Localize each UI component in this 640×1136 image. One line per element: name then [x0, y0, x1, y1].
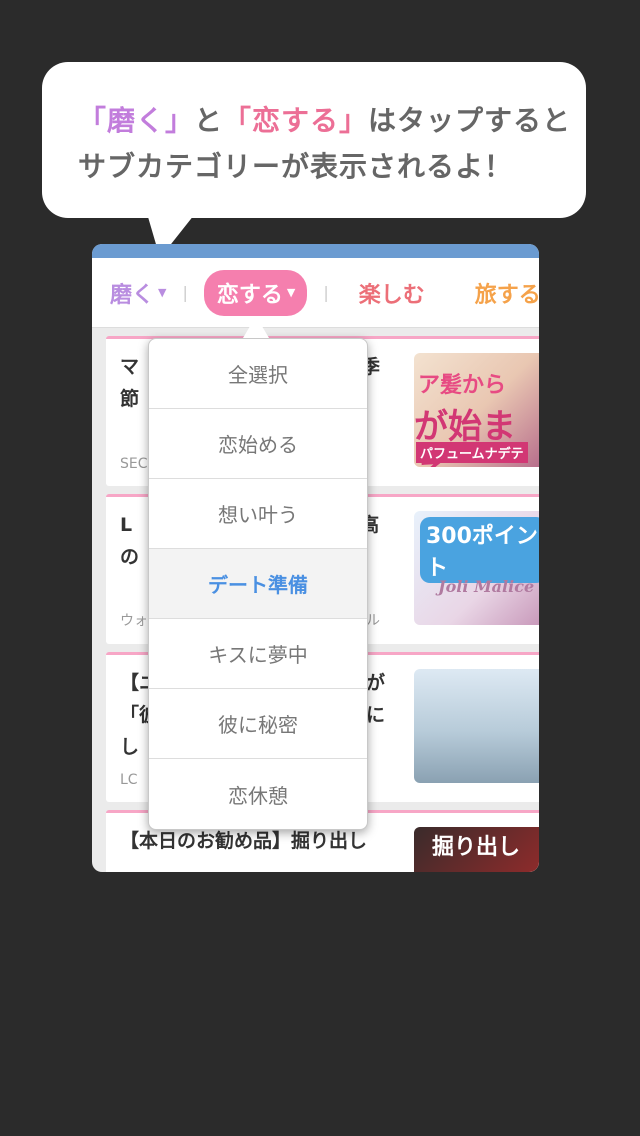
tutorial-bubble: 「磨く」と「恋する」はタップすると サブカテゴリーが表示されるよ！: [42, 62, 586, 218]
category-tabisuru[interactable]: 旅する: [475, 277, 539, 309]
chevron-down-icon: ▼: [286, 286, 296, 299]
dropdown-pointer: [243, 316, 269, 338]
dropdown-item-select-all[interactable]: 全選択: [149, 339, 367, 409]
subcategory-dropdown: 全選択 恋始める 想い叶う デート準備 キスに夢中 彼に秘密 恋休憩: [148, 338, 368, 830]
dropdown-item-koi-hajimeru[interactable]: 恋始める: [149, 409, 367, 479]
dropdown-item-kiss-ni-muchu[interactable]: キスに夢中: [149, 619, 367, 689]
category-kaku-label: 磨く: [110, 282, 155, 308]
bubble-highlight-koisuru: 「恋する」: [223, 104, 369, 137]
nav-separator: |: [323, 283, 329, 302]
category-tanoshimu[interactable]: 楽しむ: [359, 277, 425, 309]
chevron-down-icon: ▼: [158, 286, 167, 299]
article-thumbnail: ア髪から が始まる パフュームナデテ: [414, 353, 539, 467]
nav-separator: |: [182, 283, 188, 302]
article-source: LC: [120, 772, 138, 788]
category-koisuru[interactable]: 恋する ▼: [203, 269, 308, 316]
bubble-line-2: サブカテゴリーが表示されるよ！: [78, 150, 514, 183]
dropdown-item-date-junbi[interactable]: デート準備: [149, 549, 367, 619]
dropdown-item-omoi-kanau[interactable]: 想い叶う: [149, 479, 367, 549]
bubble-line-1: 「磨く」と「恋する」はタップすると: [78, 98, 586, 144]
top-bar: [92, 244, 539, 258]
category-koisuru-label: 恋する: [216, 282, 283, 308]
bubble-text-rest: はタップすると: [368, 104, 572, 137]
bubble-text-to: と: [194, 104, 224, 137]
article-thumbnail: [414, 669, 539, 783]
dropdown-item-kare-ni-himitsu[interactable]: 彼に秘密: [149, 689, 367, 759]
bubble-highlight-kaku: 「磨く」: [78, 104, 195, 137]
article-source: SEC: [120, 456, 148, 472]
article-thumbnail: 掘り出し: [414, 827, 539, 872]
category-tanoshimu-label: 楽しむ: [358, 282, 425, 308]
category-kaku[interactable]: 磨く ▼: [110, 277, 166, 309]
dropdown-item-koi-kyukei[interactable]: 恋休憩: [149, 759, 367, 829]
category-tabisuru-label: 旅する: [474, 282, 539, 308]
category-nav: 磨く ▼ | 恋する ▼ | 楽しむ 旅する: [92, 258, 539, 328]
article-thumbnail: 300ポイント Joli Malice: [414, 511, 539, 625]
